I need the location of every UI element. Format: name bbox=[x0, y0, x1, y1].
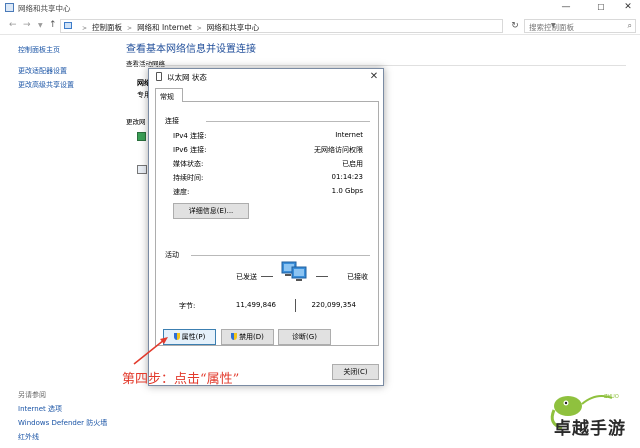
breadcrumb-network-internet[interactable]: 网络和 Internet bbox=[137, 23, 192, 32]
troubleshoot-icon[interactable] bbox=[137, 165, 147, 174]
chevron-right-icon: > bbox=[196, 25, 202, 32]
forward-arrow-icon[interactable]: → bbox=[23, 20, 31, 30]
search-placeholder: 搜索控制面板 bbox=[529, 23, 574, 32]
divider bbox=[191, 255, 370, 256]
dialog-title: 以太网 状态 bbox=[167, 73, 207, 82]
ipv4-value: Internet bbox=[335, 131, 363, 139]
svg-text:ZHUO: ZHUO bbox=[604, 394, 619, 400]
new-connection-icon[interactable] bbox=[137, 132, 146, 141]
shield-icon bbox=[231, 333, 238, 340]
active-networks-heading: 查看活动网络 bbox=[126, 60, 165, 68]
connection-group-label: 连接 bbox=[165, 117, 179, 125]
received-label: 已接收 bbox=[347, 273, 368, 281]
divider bbox=[206, 121, 370, 122]
dialog-close-action-button[interactable]: 关闭(C) bbox=[332, 364, 379, 380]
network-center-icon bbox=[5, 3, 14, 12]
bytes-sent-value: 11,499,846 bbox=[235, 301, 276, 309]
bytes-received-value: 220,099,354 bbox=[311, 301, 356, 309]
annotation-arrow bbox=[133, 337, 168, 365]
back-arrow-icon[interactable]: ← bbox=[9, 20, 17, 30]
divider bbox=[261, 276, 273, 277]
maximize-button[interactable]: ☐ bbox=[588, 1, 614, 14]
address-bar[interactable]: > 控制面板 > 网络和 Internet > 网络和共享中心 ▼ bbox=[60, 19, 556, 33]
recent-dropdown-icon[interactable]: ▼ bbox=[38, 22, 43, 29]
close-button[interactable]: ✕ bbox=[615, 1, 640, 14]
media-state-label: 媒体状态: bbox=[173, 160, 204, 168]
up-arrow-icon[interactable]: ↑ bbox=[49, 20, 57, 30]
dialog-titlebar: 以太网 状态 ✕ bbox=[149, 69, 383, 85]
divider bbox=[295, 299, 296, 312]
duration-label: 持续时间: bbox=[173, 174, 204, 182]
ethernet-status-dialog: 以太网 状态 ✕ 常规 连接 IPv4 连接: Internet IPv6 连接… bbox=[148, 68, 384, 386]
window-titlebar: 网络和共享中心 — ☐ ✕ bbox=[0, 0, 640, 16]
change-settings-fragment: 更改网 bbox=[126, 118, 146, 126]
annotation-step-text: 第四步：点击“属性” bbox=[122, 372, 240, 387]
properties-button-label: 属性(P) bbox=[181, 333, 206, 341]
breadcrumb: > 控制面板 > 网络和 Internet > 网络和共享中心 bbox=[77, 22, 259, 33]
sent-label: 已发送 bbox=[236, 273, 257, 281]
divider bbox=[126, 65, 626, 66]
speed-label: 速度: bbox=[173, 188, 190, 196]
ipv4-label: IPv4 连接: bbox=[173, 132, 207, 140]
chevron-right-icon: > bbox=[127, 25, 133, 32]
page-title: 查看基本网络信息并设置连接 bbox=[126, 44, 256, 55]
control-panel-icon bbox=[64, 22, 72, 29]
disable-button[interactable]: 禁用(D) bbox=[221, 329, 274, 345]
link-change-adapter-settings[interactable]: 更改适配器设置 bbox=[18, 66, 67, 76]
address-row: ← → ▼ ↑ > 控制面板 > 网络和 Internet > 网络和共享中心 ▼ ↻ 搜… bbox=[0, 17, 640, 35]
link-control-panel-home[interactable]: 控制面板主页 bbox=[18, 45, 60, 55]
window-title: 网络和共享中心 bbox=[18, 4, 71, 13]
ethernet-icon bbox=[156, 72, 162, 81]
activity-group-label: 活动 bbox=[165, 251, 179, 259]
breadcrumb-control-panel[interactable]: 控制面板 bbox=[92, 23, 122, 32]
media-state-value: 已启用 bbox=[342, 160, 363, 168]
divider bbox=[316, 276, 328, 277]
link-infrared[interactable]: 红外线 bbox=[18, 432, 39, 442]
bytes-label: 字节: bbox=[179, 302, 196, 310]
duration-value: 01:14:23 bbox=[331, 173, 363, 181]
see-also-title: 另请参阅 bbox=[18, 391, 46, 399]
dialog-close-button[interactable]: ✕ bbox=[367, 70, 381, 84]
diagnose-button[interactable]: 诊断(G) bbox=[278, 329, 331, 345]
general-panel: 连接 IPv4 连接: Internet IPv6 连接: 无网络访问权限 媒体… bbox=[155, 101, 379, 346]
disable-button-label: 禁用(D) bbox=[239, 333, 264, 341]
link-change-advanced-sharing[interactable]: 更改高级共享设置 bbox=[18, 80, 74, 90]
network-activity-icon bbox=[281, 261, 307, 281]
link-internet-options[interactable]: Internet 选项 bbox=[18, 404, 62, 414]
ipv6-label: IPv6 连接: bbox=[173, 146, 207, 154]
watermark-text: 卓越手游 bbox=[554, 419, 626, 439]
link-windows-defender-firewall[interactable]: Windows Defender 防火墙 bbox=[18, 418, 107, 428]
search-input[interactable]: 搜索控制面板 ⌕ bbox=[524, 19, 636, 33]
search-icon[interactable]: ⌕ bbox=[628, 21, 632, 31]
refresh-icon[interactable]: ↻ bbox=[509, 20, 521, 32]
minimize-button[interactable]: — bbox=[553, 1, 579, 14]
chevron-right-icon: > bbox=[82, 25, 88, 32]
ipv6-value: 无网络访问权限 bbox=[314, 146, 363, 154]
speed-value: 1.0 Gbps bbox=[331, 187, 363, 195]
tab-general[interactable]: 常规 bbox=[155, 88, 183, 102]
tab-general-label: 常规 bbox=[160, 93, 174, 101]
breadcrumb-network-center[interactable]: 网络和共享中心 bbox=[207, 23, 260, 32]
details-button[interactable]: 详细信息(E)... bbox=[173, 203, 249, 219]
